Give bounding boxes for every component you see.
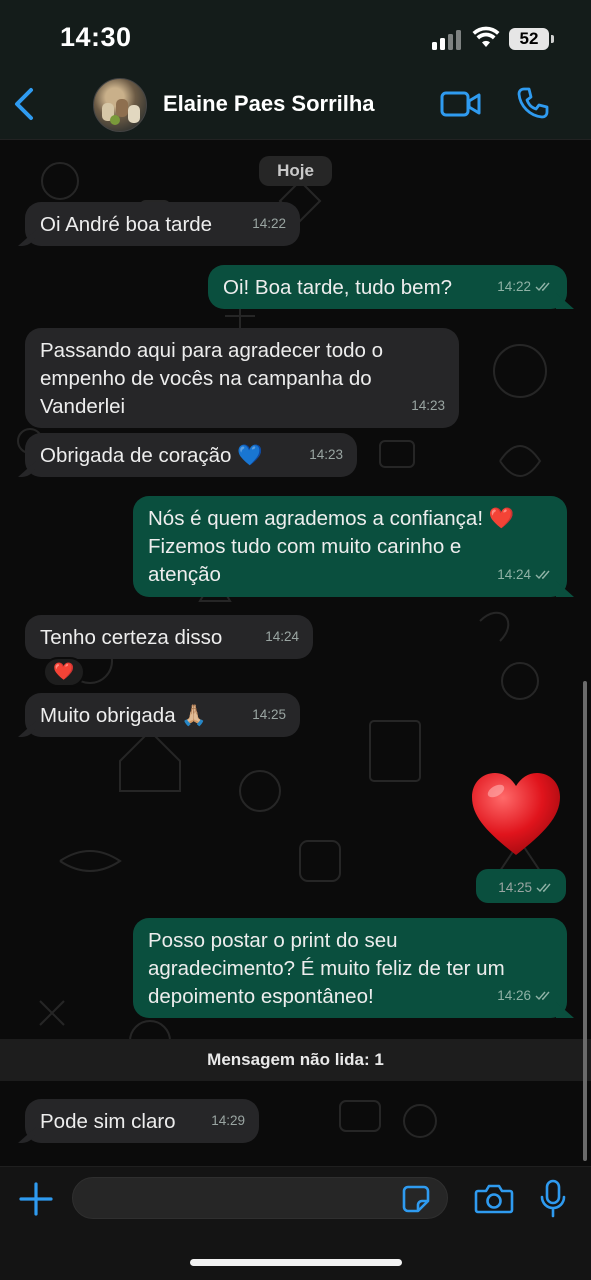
message-text: Nós é quem agrademos a confiança! ❤️ Fiz…: [148, 507, 515, 586]
camera-icon[interactable]: [474, 1184, 514, 1214]
plus-icon[interactable]: [18, 1181, 54, 1217]
message-time: 14:23: [309, 447, 343, 462]
cellular-signal-icon: [432, 30, 464, 50]
outgoing-message[interactable]: 14:25: [476, 869, 566, 903]
contact-name[interactable]: Elaine Paes Sorrilha: [163, 91, 375, 117]
message-time: 14:22: [497, 279, 531, 294]
message-text: Posso postar o print do seu agradeciment…: [148, 929, 505, 1008]
wifi-icon: [472, 26, 500, 47]
message-text: Tenho certeza disso: [40, 626, 223, 649]
double-check-icon: [535, 991, 550, 1001]
message-input[interactable]: [72, 1177, 448, 1219]
message-text: Pode sim claro: [40, 1110, 176, 1133]
status-bar: 14:30 52: [0, 0, 591, 68]
message-time: 14:25: [498, 880, 532, 895]
message-composer: [0, 1166, 591, 1280]
chat-area[interactable]: Hoje Oi André boa tarde 14:22 Oi! Boa ta…: [0, 141, 591, 1166]
message-time: 14:24: [265, 629, 299, 644]
back-icon[interactable]: [10, 86, 40, 122]
message-time: 14:25: [252, 707, 286, 722]
heart-icon[interactable]: [470, 771, 562, 857]
message-text: Muito obrigada 🙏🏼: [40, 704, 207, 727]
battery-indicator: 52: [509, 28, 554, 50]
outgoing-message[interactable]: Oi! Boa tarde, tudo bem? 14:22: [208, 265, 567, 309]
incoming-message[interactable]: Obrigada de coração 💙 14:23: [25, 433, 357, 477]
incoming-message[interactable]: Muito obrigada 🙏🏼 14:25: [25, 693, 300, 737]
message-time: 14:23: [411, 398, 445, 413]
outgoing-message[interactable]: Posso postar o print do seu agradeciment…: [133, 918, 567, 1018]
double-check-icon: [535, 282, 550, 292]
message-text: Obrigada de coração 💙: [40, 444, 263, 467]
incoming-message[interactable]: Oi André boa tarde 14:22: [25, 202, 300, 246]
message-reaction[interactable]: ❤️: [43, 657, 85, 687]
chat-header: Elaine Paes Sorrilha: [0, 68, 591, 140]
microphone-icon[interactable]: [540, 1179, 566, 1219]
double-check-icon: [536, 883, 551, 892]
incoming-message[interactable]: Passando aqui para agradecer todo o empe…: [25, 328, 459, 428]
message-text: Passando aqui para agradecer todo o empe…: [40, 339, 384, 418]
incoming-message[interactable]: Tenho certeza disso 14:24: [25, 615, 313, 659]
message-text: Oi André boa tarde: [40, 213, 213, 236]
avatar[interactable]: [93, 78, 147, 132]
date-separator: Hoje: [259, 156, 332, 186]
message-time: 14:24: [497, 567, 531, 582]
sticker-icon[interactable]: [402, 1185, 430, 1213]
outgoing-message[interactable]: Nós é quem agrademos a confiança! ❤️ Fiz…: [133, 496, 567, 597]
phone-icon[interactable]: [516, 86, 550, 120]
double-check-icon: [535, 570, 550, 580]
message-time: 14:22: [252, 216, 286, 231]
incoming-message[interactable]: Pode sim claro 14:29: [25, 1099, 259, 1143]
scrollbar[interactable]: [583, 681, 587, 1161]
message-text: Oi! Boa tarde, tudo bem?: [223, 276, 453, 299]
unread-messages-banner: Mensagem não lida: 1: [0, 1039, 591, 1081]
status-time: 14:30: [60, 22, 132, 52]
message-time: 14:29: [211, 1113, 245, 1128]
home-indicator[interactable]: [190, 1259, 402, 1266]
video-call-icon[interactable]: [440, 90, 482, 118]
message-time: 14:26: [497, 988, 531, 1003]
